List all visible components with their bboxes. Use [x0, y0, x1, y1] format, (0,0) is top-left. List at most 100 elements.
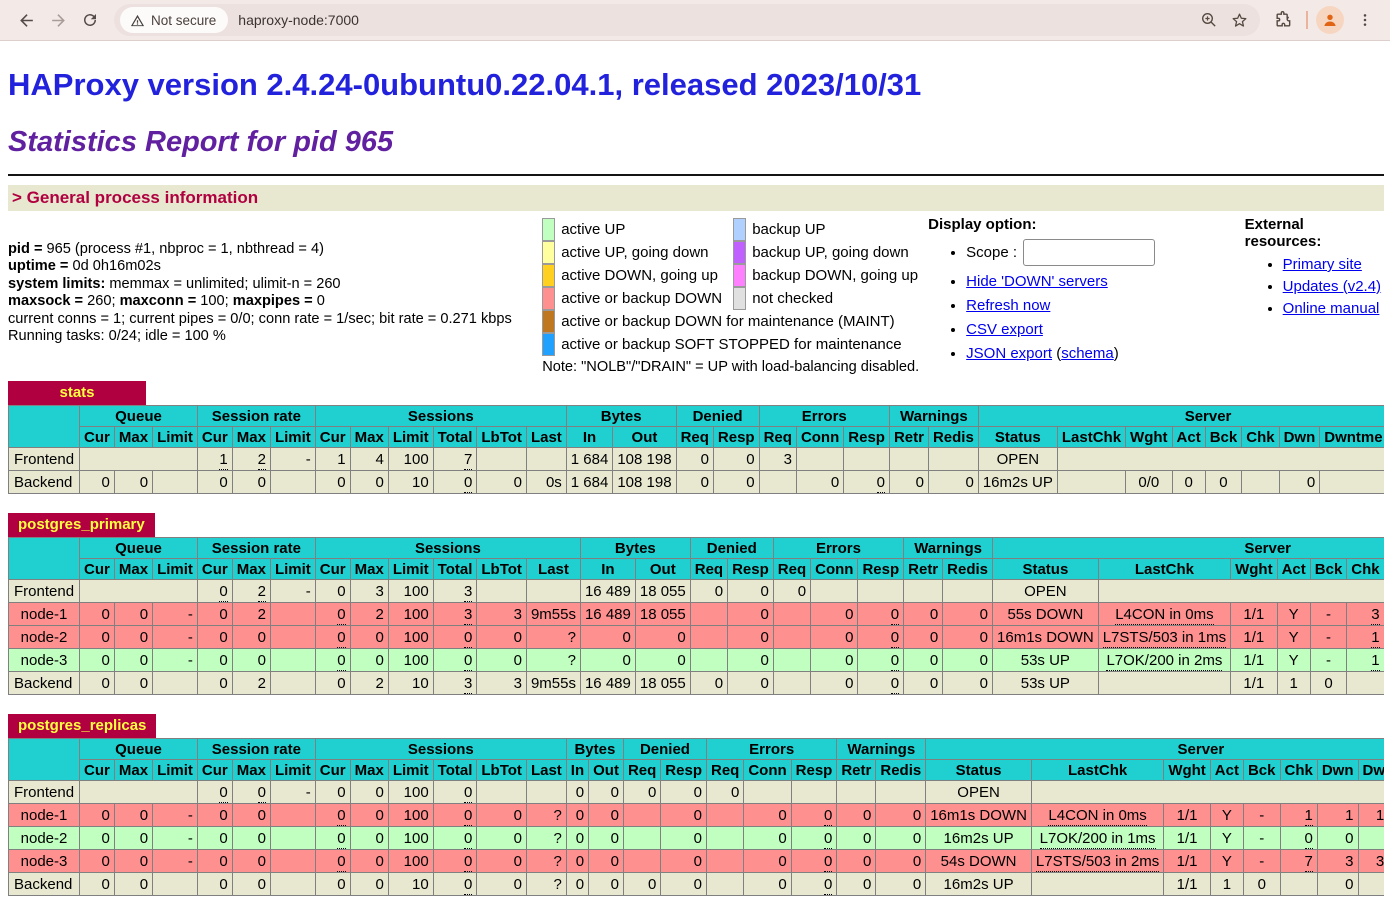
proxy-title-stats[interactable]: stats — [8, 381, 146, 405]
row-label: Backend — [9, 471, 80, 494]
column-header-conn: Conn — [796, 427, 843, 448]
column-header-limit: Limit — [270, 760, 315, 781]
legend-swatch-soft-stop — [542, 333, 555, 356]
csv-export-link[interactable]: CSV export — [966, 321, 1043, 338]
cell-cur: 0 — [197, 672, 232, 695]
primary-site-item: Primary site — [1283, 256, 1384, 273]
not-secure-badge[interactable]: Not secure — [120, 7, 228, 33]
cell-in: 0 — [566, 850, 588, 873]
toolbar-divider — [1306, 11, 1308, 29]
proxy-table-postgres_primary: QueueSession rateSessionsBytesDeniedErro… — [8, 537, 1384, 695]
cell-in: 16 489 — [580, 603, 635, 626]
forward-button[interactable] — [42, 4, 74, 36]
tooltip-value: 2 — [258, 451, 266, 470]
cell-redis: 0 — [876, 827, 926, 850]
cell-last: ? — [526, 850, 566, 873]
url-bar[interactable]: Not secure haproxy-node:7000 — [114, 4, 1260, 36]
cell-cur: 0 — [197, 804, 232, 827]
cell-total: 0 — [433, 626, 477, 649]
row-label: node-3 — [9, 649, 80, 672]
cell-bck: 0 — [1205, 471, 1242, 494]
column-header-lbtot: LbTot — [477, 760, 527, 781]
cell-chk: 3 — [1347, 603, 1384, 626]
page-title[interactable]: HAProxy version 2.4.24-0ubuntu0.22.04.1,… — [8, 67, 1382, 103]
refresh-link[interactable]: Refresh now — [966, 297, 1050, 314]
json-schema-link[interactable]: schema — [1061, 345, 1114, 362]
cell-in: 0 — [580, 626, 635, 649]
cell-out: 0 — [635, 649, 690, 672]
cell-wght: 1/1 — [1164, 850, 1210, 873]
cell-req — [773, 649, 810, 672]
scope-input[interactable] — [1023, 239, 1155, 266]
column-header-req: Req — [773, 559, 810, 580]
column-header-req: Req — [706, 760, 743, 781]
cell-retr: 0 — [889, 471, 928, 494]
tooltip-value: 0 — [824, 853, 832, 872]
tooltip-value: 0 — [337, 807, 345, 826]
kebab-menu-icon — [1357, 12, 1373, 28]
cell-total: 0 — [433, 804, 477, 827]
json-export-link[interactable]: JSON export — [966, 345, 1052, 362]
column-header-in: In — [580, 559, 635, 580]
hide-down-link[interactable]: Hide 'DOWN' servers — [966, 273, 1108, 290]
updates-link[interactable]: Updates (v2.4) — [1283, 278, 1381, 295]
online-manual-link[interactable]: Online manual — [1283, 300, 1380, 317]
cell-max: 2 — [232, 448, 270, 471]
proxy-title-postgres_replicas[interactable]: postgres_replicas — [8, 714, 156, 738]
cell-lbtot: 0 — [477, 827, 527, 850]
cell-dwntme — [1320, 471, 1384, 494]
cell-redis — [943, 580, 993, 603]
legend-label: active or backup DOWN — [557, 287, 733, 310]
not-secure-label: Not secure — [151, 13, 216, 28]
legend-label: active or backup SOFT STOPPED for mainte… — [557, 333, 928, 356]
cell-lastchk — [1057, 471, 1125, 494]
zoom-button[interactable] — [1194, 5, 1224, 35]
table-row-frontend: Frontend12-1410071 684108 198003OPEN — [9, 448, 1385, 471]
cell-resp: 0 — [791, 850, 837, 873]
cell-lbtot: 3 — [477, 603, 527, 626]
column-header-cur: Cur — [315, 760, 350, 781]
cell-lastchk: L4CON in 0ms — [1098, 603, 1230, 626]
primary-site-link[interactable]: Primary site — [1283, 256, 1362, 273]
cell-conn: 0 — [811, 603, 858, 626]
cell-cur: 0 — [197, 580, 232, 603]
cell-limit: 100 — [388, 448, 433, 471]
column-header-chk: Chk — [1280, 760, 1317, 781]
tooltip-value: 0 — [877, 474, 885, 493]
cell-cur: 0 — [80, 873, 115, 896]
profile-button[interactable] — [1316, 6, 1344, 34]
column-header-cur: Cur — [197, 559, 232, 580]
paren: ) — [1114, 345, 1119, 362]
row-label: node-1 — [9, 804, 80, 827]
divider-rule — [8, 174, 1384, 176]
cell-max: 0 — [350, 626, 388, 649]
cell-conn: 0 — [744, 804, 791, 827]
bookmark-button[interactable] — [1224, 5, 1254, 35]
proxy-title-postgres_primary[interactable]: postgres_primary — [8, 513, 155, 537]
menu-button[interactable] — [1350, 5, 1380, 35]
cell-wght: 1/1 — [1231, 672, 1277, 695]
proxy-table-postgres_replicas: QueueSession rateSessionsBytesDeniedErro… — [8, 738, 1384, 896]
legend-swatch-not-checked — [733, 287, 746, 310]
cell-limit — [270, 603, 315, 626]
cell-retr: 0 — [904, 672, 943, 695]
extensions-button[interactable] — [1268, 5, 1298, 35]
column-header-out: Out — [635, 559, 690, 580]
back-button[interactable] — [10, 4, 42, 36]
reload-button[interactable] — [74, 4, 106, 36]
cell-lbtot: 0 — [477, 873, 527, 896]
cell-limit — [270, 649, 315, 672]
cell-cur: 0 — [197, 873, 232, 896]
cell-in: 16 489 — [580, 580, 635, 603]
cell-limit: 100 — [388, 626, 433, 649]
column-group-server: Server — [926, 739, 1384, 760]
cell-resp: 0 — [858, 649, 904, 672]
tooltip-value: 3 — [464, 606, 472, 625]
cell-cur: 0 — [197, 603, 232, 626]
cell-limit: 100 — [388, 580, 433, 603]
cell-bck: 0 — [1243, 873, 1280, 896]
cell-max: 0 — [114, 804, 152, 827]
tooltip-value: 0 — [824, 807, 832, 826]
column-header-resp: Resp — [713, 427, 759, 448]
legend-swatch-maint — [542, 310, 555, 333]
